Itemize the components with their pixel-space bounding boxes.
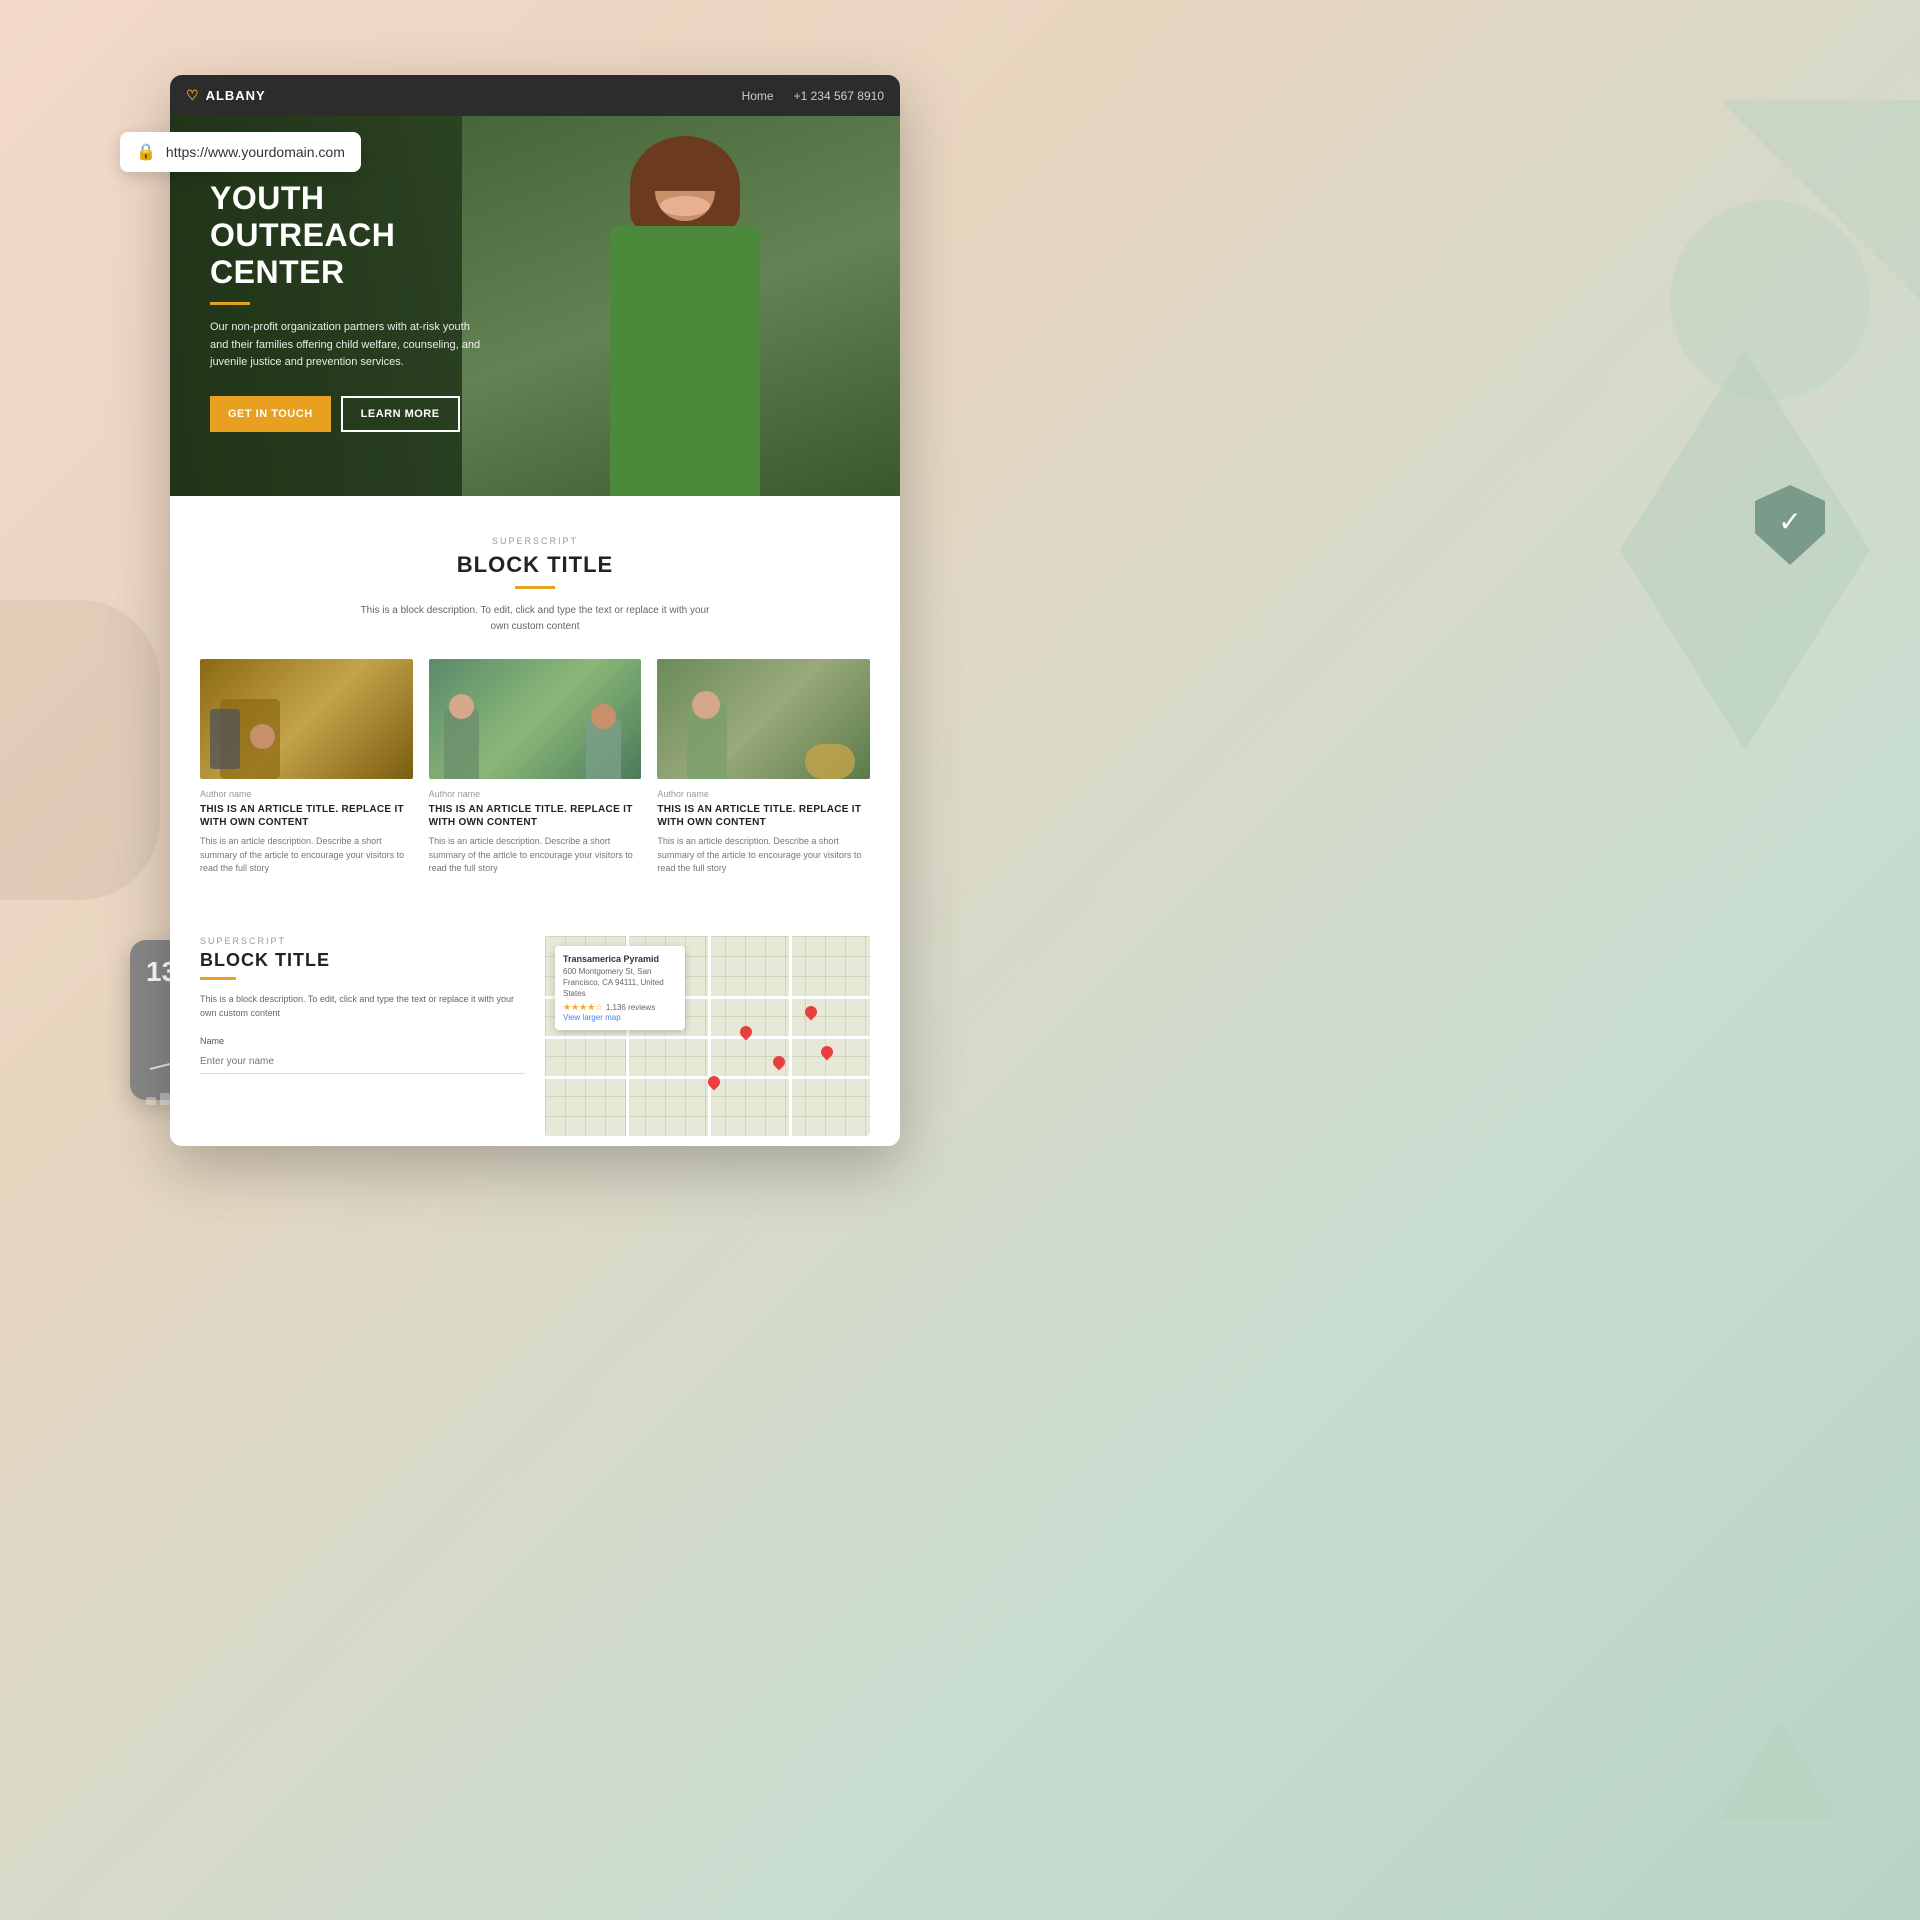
article-author-3: Author name	[657, 789, 870, 799]
article-title-2: THIS IS AN ARTICLE TITLE. REPLACE IT WIT…	[429, 803, 642, 829]
article-card-3: Author name THIS IS AN ARTICLE TITLE. RE…	[657, 659, 870, 876]
url-text: https://www.yourdomain.com	[166, 144, 345, 160]
map-address: 600 Montgomery St, San Francisco, CA 941…	[563, 966, 677, 1000]
nav-phone: +1 234 567 8910	[794, 89, 884, 103]
article-card-2: Author name THIS IS AN ARTICLE TITLE. RE…	[429, 659, 642, 876]
article-title-1: THIS IS AN ARTICLE TITLE. REPLACE IT WIT…	[200, 803, 413, 829]
map-road-v3	[789, 936, 792, 1136]
block1-title: BLOCK TITLE	[200, 552, 870, 578]
block2-title: BLOCK TITLE	[200, 950, 525, 971]
article-title-3: THIS IS AN ARTICLE TITLE. REPLACE IT WIT…	[657, 803, 870, 829]
address-bar[interactable]: 🔒 https://www.yourdomain.com	[120, 132, 361, 172]
article-author-1: Author name	[200, 789, 413, 799]
block2-divider	[200, 977, 236, 980]
name-label: Name	[200, 1036, 525, 1046]
map-section: Transamerica Pyramid 600 Montgomery St, …	[545, 936, 870, 1136]
article-desc-3: This is an article description. Describe…	[657, 835, 870, 876]
logo-text: ALBANY	[206, 88, 266, 103]
hero-description: Our non-profit organization partners wit…	[210, 319, 490, 372]
shield-badge: ✓	[1750, 480, 1830, 570]
hero-title: YOUTH OUTREACH CENTER	[210, 180, 495, 290]
map-container: Transamerica Pyramid 600 Montgomery St, …	[545, 936, 870, 1136]
checkmark-icon: ✓	[1778, 505, 1801, 538]
name-input[interactable]	[200, 1050, 525, 1074]
bottom-layout: SUPERSCRIPT BLOCK TITLE This is a block …	[200, 936, 870, 1136]
bg-decoration-triangle	[1720, 1720, 1840, 1820]
map-reviews: 1,136 reviews	[606, 1003, 655, 1012]
shield-shape: ✓	[1755, 485, 1825, 565]
bg-decoration-left	[0, 600, 160, 900]
bottom-section: SUPERSCRIPT BLOCK TITLE This is a block …	[170, 936, 900, 1146]
article-desc-2: This is an article description. Describe…	[429, 835, 642, 876]
map-view-link[interactable]: View larger map	[563, 1013, 621, 1022]
heart-icon: ♡	[186, 87, 200, 104]
hero-section: YOUTH OUTREACH CENTER Our non-profit org…	[170, 116, 900, 496]
block2-description: This is a block description. To edit, cl…	[200, 992, 525, 1021]
block1-divider	[515, 586, 555, 589]
article-card-1: Author name THIS IS AN ARTICLE TITLE. RE…	[200, 659, 413, 876]
contact-form-section: SUPERSCRIPT BLOCK TITLE This is a block …	[200, 936, 525, 1136]
site-logo: ♡ ALBANY	[186, 87, 266, 104]
hero-buttons: GET IN TOUCH LEARN MORE	[210, 396, 495, 432]
hero-content: YOUTH OUTREACH CENTER Our non-profit org…	[170, 140, 535, 472]
block1-superscript: SUPERSCRIPT	[200, 536, 870, 546]
map-business-name: Transamerica Pyramid	[563, 954, 677, 964]
lock-icon: 🔒	[136, 142, 156, 162]
map-info-box: Transamerica Pyramid 600 Montgomery St, …	[555, 946, 685, 1031]
block1-description: This is a block description. To edit, cl…	[355, 603, 715, 635]
name-form-field: Name	[200, 1036, 525, 1074]
nav-home[interactable]: Home	[742, 89, 774, 103]
article-image-3	[657, 659, 870, 779]
block1-section: SUPERSCRIPT BLOCK TITLE This is a block …	[170, 496, 900, 936]
article-image-2	[429, 659, 642, 779]
nav-links: Home +1 234 567 8910	[742, 89, 884, 103]
articles-grid: Author name THIS IS AN ARTICLE TITLE. RE…	[200, 659, 870, 876]
bg-decoration-circle	[1670, 200, 1870, 400]
hero-image	[560, 116, 820, 496]
article-image-1	[200, 659, 413, 779]
learn-more-button[interactable]: LEARN MORE	[341, 396, 460, 432]
block2-superscript: SUPERSCRIPT	[200, 936, 525, 946]
bg-decoration-right-mid	[1620, 350, 1870, 750]
map-road-v2	[708, 936, 711, 1136]
article-author-2: Author name	[429, 789, 642, 799]
get-in-touch-button[interactable]: GET IN TOUCH	[210, 396, 331, 432]
hero-divider	[210, 302, 250, 305]
map-stars: ★★★★☆ 1,136 reviews	[563, 1002, 677, 1013]
browser-window: ♡ ALBANY Home +1 234 567 8910 YOUTH	[170, 75, 900, 1146]
browser-navbar: ♡ ALBANY Home +1 234 567 8910	[170, 75, 900, 116]
article-desc-1: This is an article description. Describe…	[200, 835, 413, 876]
